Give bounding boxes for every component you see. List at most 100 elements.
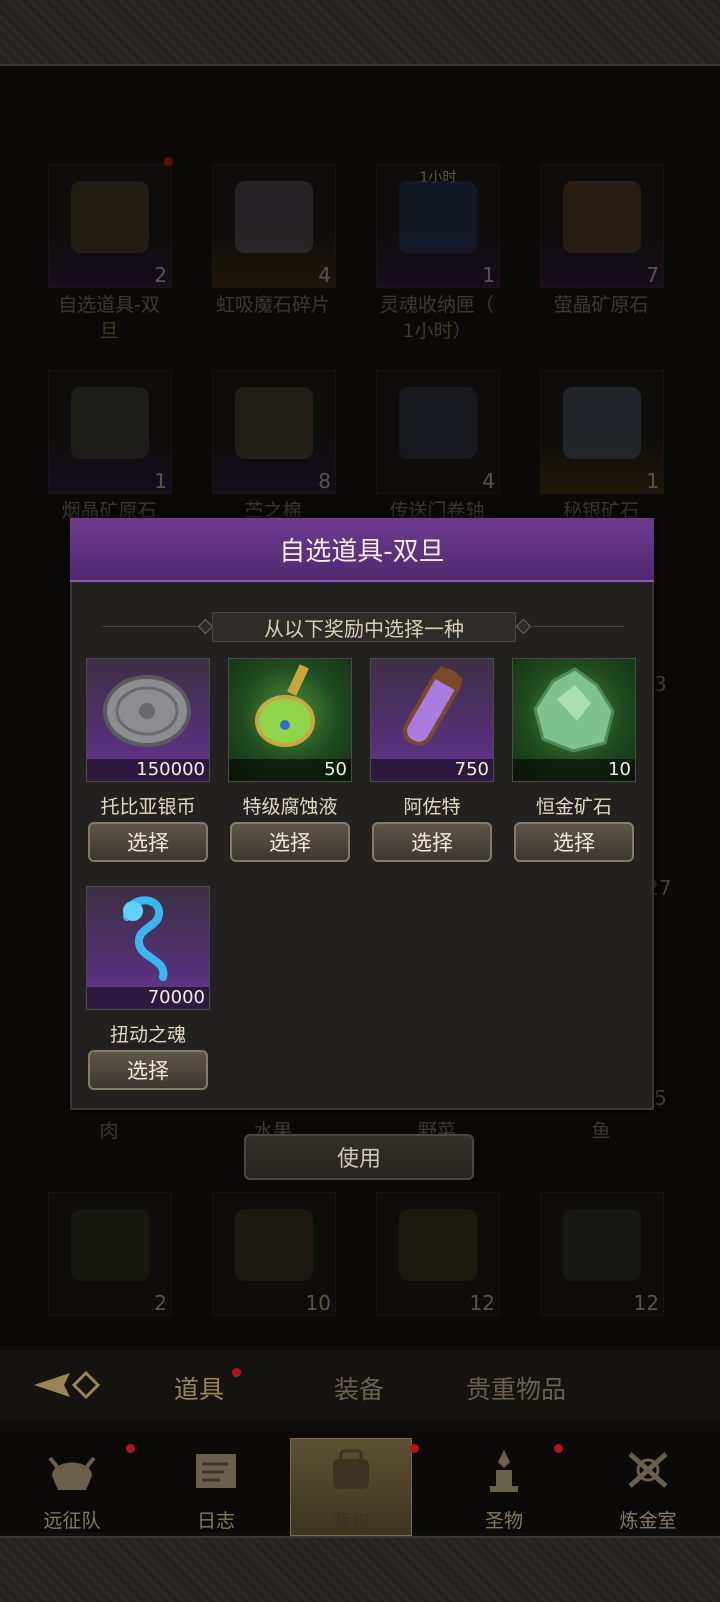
inventory-slot[interactable]: 2 (48, 164, 172, 288)
backpack-icon (333, 1449, 369, 1489)
nav-relics[interactable]: 圣物 (444, 1438, 564, 1534)
potion-flask-icon (255, 664, 315, 747)
chest-icon (71, 181, 149, 253)
item-count: 3 (654, 672, 667, 696)
reward-slot[interactable]: 10 (512, 658, 636, 782)
reward-slot[interactable]: 750 (370, 658, 494, 782)
inventory-slot[interactable]: 4 (376, 370, 500, 494)
reward-option: 10 恒金矿石 选择 (512, 658, 636, 862)
inventory-slot[interactable]: 7 (540, 164, 664, 288)
inventory-slot[interactable]: 4 (212, 164, 336, 288)
nav-label: 圣物 (484, 1510, 523, 1532)
item-count: 1 (646, 469, 659, 493)
select-button[interactable]: 选择 (88, 1050, 208, 1090)
dialog-subtitle: 从以下奖励中选择一种 (212, 612, 516, 642)
reward-slot[interactable]: 150000 (86, 658, 210, 782)
reward-name: 托比亚银币 (100, 796, 196, 818)
reward-option: 70000 扭动之魂 选择 (86, 886, 210, 1090)
reward-name: 阿佐特 (403, 796, 461, 818)
nav-expedition[interactable]: 远征队 (12, 1438, 132, 1534)
item-count: 2 (154, 263, 167, 287)
tab-equipment[interactable]: 装备 (334, 1370, 384, 1406)
green-ore-icon (533, 667, 615, 753)
dialog-title: 自选道具-双旦 (70, 518, 654, 582)
reward-select-dialog: 自选道具-双旦 从以下奖励中选择一种 150000 托比亚银币 选择 50 特级… (70, 518, 654, 1110)
item-count: 1 (154, 469, 167, 493)
item-label: 自选道具-双 旦 (58, 294, 160, 342)
mithril-ore-icon (563, 387, 641, 459)
reward-option: 150000 托比亚银币 选择 (86, 658, 210, 862)
nav-alchemy[interactable]: 炼金室 (588, 1438, 708, 1534)
inventory-slot[interactable]: 1 (48, 370, 172, 494)
nav-journal[interactable]: 日志 (156, 1438, 276, 1534)
item-count: 4 (482, 469, 495, 493)
nav-label: 炼金室 (619, 1510, 677, 1532)
inventory-slot[interactable]: 10 (212, 1192, 336, 1316)
cloth-icon (235, 1209, 313, 1281)
reward-name: 扭动之魂 (109, 1024, 186, 1046)
reward-count: 70000 (87, 987, 209, 1009)
reward-name: 特级腐蚀液 (242, 796, 338, 818)
item-count: 2 (154, 1291, 167, 1315)
new-badge (126, 1444, 135, 1453)
alchemy-icon (628, 1452, 668, 1488)
item-count: 4 (318, 263, 331, 287)
inventory-slot[interactable]: 2 (48, 1192, 172, 1316)
reward-count: 10 (513, 759, 635, 781)
reward-slot[interactable]: 70000 (86, 886, 210, 1010)
select-button[interactable]: 选择 (88, 822, 208, 862)
reward-count: 750 (371, 759, 493, 781)
scroll-icon (196, 1454, 236, 1488)
divider (528, 626, 624, 627)
nav-label: 日志 (196, 1510, 235, 1532)
new-badge (554, 1444, 563, 1453)
reward-count: 150000 (87, 759, 209, 781)
scroll-icon (399, 387, 477, 459)
oil-bottle-icon (399, 1209, 477, 1281)
magic-stone-shard-icon (235, 181, 313, 253)
inventory-slot[interactable]: 12 (540, 1192, 664, 1316)
nav-backpack[interactable]: 背包 (290, 1438, 412, 1536)
divider-ornament (197, 618, 214, 635)
cotton-icon (235, 387, 313, 459)
reward-slot[interactable]: 50 (228, 658, 352, 782)
silver-coin-icon (103, 675, 191, 747)
select-button[interactable]: 选择 (372, 822, 492, 862)
item-label: 虹吸魔石碎片 (215, 294, 330, 316)
crystal-vial-icon (403, 665, 464, 746)
item-count: 12 (633, 1291, 659, 1315)
new-badge (410, 1444, 419, 1453)
wisp-soul-icon (123, 896, 168, 981)
reward-option: 50 特级腐蚀液 选择 (228, 658, 352, 862)
item-count: 7 (646, 263, 659, 287)
item-count: 5 (654, 1086, 667, 1110)
item-label: 肉 (99, 1120, 119, 1142)
select-button[interactable]: 选择 (230, 822, 350, 862)
new-badge (164, 157, 173, 166)
select-button[interactable]: 选择 (514, 822, 634, 862)
helmet-icon (48, 1456, 96, 1490)
reward-name: 恒金矿石 (535, 796, 612, 818)
food-plate-icon (71, 1209, 149, 1281)
use-button[interactable]: 使用 (244, 1134, 474, 1180)
item-label: 灵魂收纳匣（ 1小时） (379, 294, 494, 342)
inventory-slot[interactable]: 12 (376, 1192, 500, 1316)
top-frame (0, 0, 720, 66)
ore-icon (71, 387, 149, 459)
tab-items[interactable]: 道具 (174, 1370, 224, 1406)
item-count: 12 (469, 1291, 495, 1315)
back-arrow-icon[interactable] (30, 1365, 100, 1405)
item-count: 8 (318, 469, 331, 493)
item-label: 鱼 (591, 1120, 611, 1142)
ore-icon (563, 181, 641, 253)
reward-option: 750 阿佐特 选择 (370, 658, 494, 862)
divider (102, 626, 206, 627)
inventory-slot[interactable]: 1 (540, 370, 664, 494)
glass-bottle-icon (563, 1209, 641, 1281)
tab-valuables[interactable]: 贵重物品 (466, 1370, 566, 1406)
nav-label: 远征队 (43, 1510, 101, 1532)
new-badge (232, 1368, 241, 1377)
bottom-frame (0, 1536, 720, 1602)
inventory-slot[interactable]: 1小时 1 (376, 164, 500, 288)
inventory-slot[interactable]: 8 (212, 370, 336, 494)
